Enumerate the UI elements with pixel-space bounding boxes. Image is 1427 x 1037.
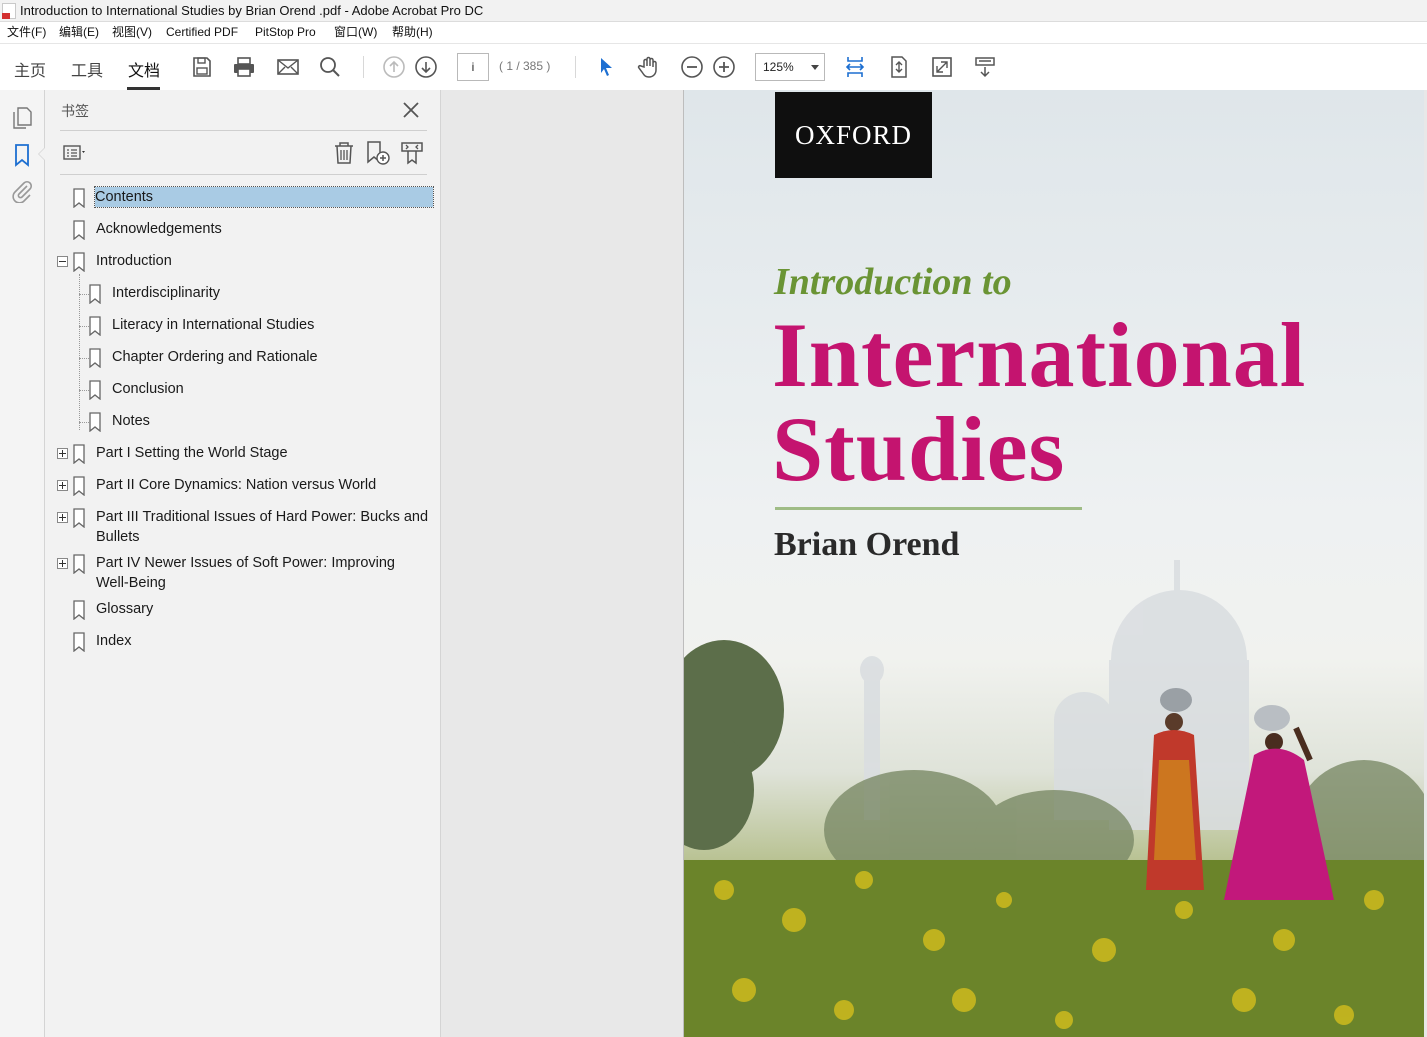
expand-toggle[interactable]: [57, 480, 68, 491]
bookmark-icon: [73, 252, 85, 272]
zoom-value: 125%: [763, 60, 794, 74]
bookmark-label: Interdisciplinarity: [112, 285, 220, 301]
menu-bar: 文件(F) 编辑(E) 视图(V) Certified PDF PitStop …: [0, 22, 1427, 42]
tree-connector: [79, 274, 80, 430]
chevron-down-icon: [811, 65, 819, 70]
bookmarks-panel-title: 书签: [61, 103, 89, 119]
window-title: Introduction to International Studies by…: [20, 3, 484, 18]
cover-photo: [684, 560, 1424, 1037]
menu-window[interactable]: 窗口(W): [334, 22, 377, 42]
bookmark-label-continued: Well-Being: [96, 575, 166, 591]
options-menu-icon[interactable]: [62, 140, 88, 166]
bookmarks-panel: 书签 Contents Acknowledgements Introductio…: [45, 90, 441, 1037]
menu-help[interactable]: 帮助(H): [392, 22, 433, 42]
bookmark-label: Conclusion: [112, 381, 184, 397]
email-icon[interactable]: [275, 54, 301, 80]
cover-author: Brian Orend: [774, 526, 960, 563]
bookmark-icon: [73, 508, 85, 528]
zoom-in-icon[interactable]: [711, 54, 737, 80]
menu-certified-pdf[interactable]: Certified PDF: [166, 22, 238, 42]
bookmark-label: Part II Core Dynamics: Nation versus Wor…: [96, 477, 377, 493]
hand-tool-icon[interactable]: [636, 54, 662, 80]
bookmark-icon: [89, 316, 101, 336]
read-mode-icon[interactable]: [972, 54, 998, 80]
attachments-icon[interactable]: [10, 179, 34, 203]
menu-edit[interactable]: 编辑(E): [59, 22, 99, 42]
page-thumbnails-icon[interactable]: [10, 106, 34, 130]
delete-bookmark-icon[interactable]: [331, 140, 357, 166]
bookmark-label: Part IV Newer Issues of Soft Power: Impr…: [96, 555, 395, 571]
publisher-logo: OXFORD: [775, 92, 932, 178]
pdf-file-icon: [2, 3, 16, 19]
bookmark-icon: [73, 476, 85, 496]
expand-toggle[interactable]: [57, 558, 68, 569]
bookmark-label: Contents: [94, 186, 434, 208]
tab-tools[interactable]: 工具: [71, 57, 103, 81]
close-icon[interactable]: [400, 99, 422, 121]
bookmark-label: Literacy in International Studies: [112, 317, 315, 333]
save-icon[interactable]: [189, 54, 215, 80]
expand-toggle[interactable]: [57, 448, 68, 459]
bookmark-icon: [73, 188, 85, 208]
select-cursor-icon[interactable]: [593, 54, 619, 80]
full-screen-icon[interactable]: [929, 54, 955, 80]
toolbar-separator: [575, 56, 576, 78]
divider: [60, 174, 427, 175]
previous-page-icon[interactable]: [381, 54, 407, 80]
fit-page-icon[interactable]: [886, 54, 912, 80]
bookmark-icon: [89, 380, 101, 400]
bookmark-label: Chapter Ordering and Rationale: [112, 349, 318, 365]
menu-file[interactable]: 文件(F): [7, 22, 46, 42]
tab-home[interactable]: 主页: [14, 57, 46, 81]
tab-document[interactable]: 文档: [128, 57, 160, 81]
zoom-out-icon[interactable]: [679, 54, 705, 80]
divider: [60, 130, 427, 131]
menu-view[interactable]: 视图(V): [112, 22, 152, 42]
cover-title-line2: Studies: [772, 398, 1066, 500]
document-view[interactable]: OXFORD Introduction to International Stu…: [441, 90, 1427, 1037]
bookmark-icon: [73, 444, 85, 464]
bookmark-label: Introduction: [96, 253, 172, 269]
bookmark-label: Notes: [112, 413, 150, 429]
bookmark-label: Glossary: [96, 601, 154, 617]
panel-pointer: [38, 147, 45, 161]
toolbar-separator: [363, 56, 364, 78]
menu-pitstop-pro[interactable]: PitStop Pro: [255, 22, 316, 42]
tag-bookmark-icon[interactable]: [399, 140, 425, 166]
cover-rule: [775, 507, 1082, 510]
page-number-input[interactable]: i: [457, 53, 489, 81]
bookmark-icon: [73, 600, 85, 620]
bookmark-icon: [73, 632, 85, 652]
main-toolbar: 主页 工具 文档 i ( 1 / 385 ) 125%: [0, 43, 1427, 91]
bookmark-icon: [89, 412, 101, 432]
next-page-icon[interactable]: [413, 54, 439, 80]
fit-width-icon[interactable]: [842, 54, 868, 80]
search-icon[interactable]: [317, 54, 343, 80]
print-icon[interactable]: [231, 54, 257, 80]
new-bookmark-icon[interactable]: [365, 140, 391, 166]
bookmarks-icon[interactable]: [10, 143, 34, 167]
bookmark-icon: [89, 348, 101, 368]
bookmark-label: Acknowledgements: [96, 221, 222, 237]
window-titlebar: Introduction to International Studies by…: [0, 0, 1427, 22]
cover-subtitle: Introduction to: [774, 261, 1012, 303]
bookmark-icon: [89, 284, 101, 304]
bookmark-icon: [73, 554, 85, 574]
bookmark-label-continued: Bullets: [96, 529, 140, 545]
bookmark-label: Part I Setting the World Stage: [96, 445, 288, 461]
navigation-rail: [0, 90, 45, 1037]
bookmark-label: Index: [96, 633, 132, 649]
cover-title-line1: International: [772, 304, 1307, 406]
pdf-page-cover: OXFORD Introduction to International Stu…: [683, 90, 1424, 1037]
page-count: ( 1 / 385 ): [499, 59, 551, 73]
collapse-toggle[interactable]: [57, 256, 68, 267]
bookmark-icon: [73, 220, 85, 240]
zoom-level-select[interactable]: 125%: [755, 53, 825, 81]
expand-toggle[interactable]: [57, 512, 68, 523]
bookmark-label: Part III Traditional Issues of Hard Powe…: [96, 509, 429, 525]
